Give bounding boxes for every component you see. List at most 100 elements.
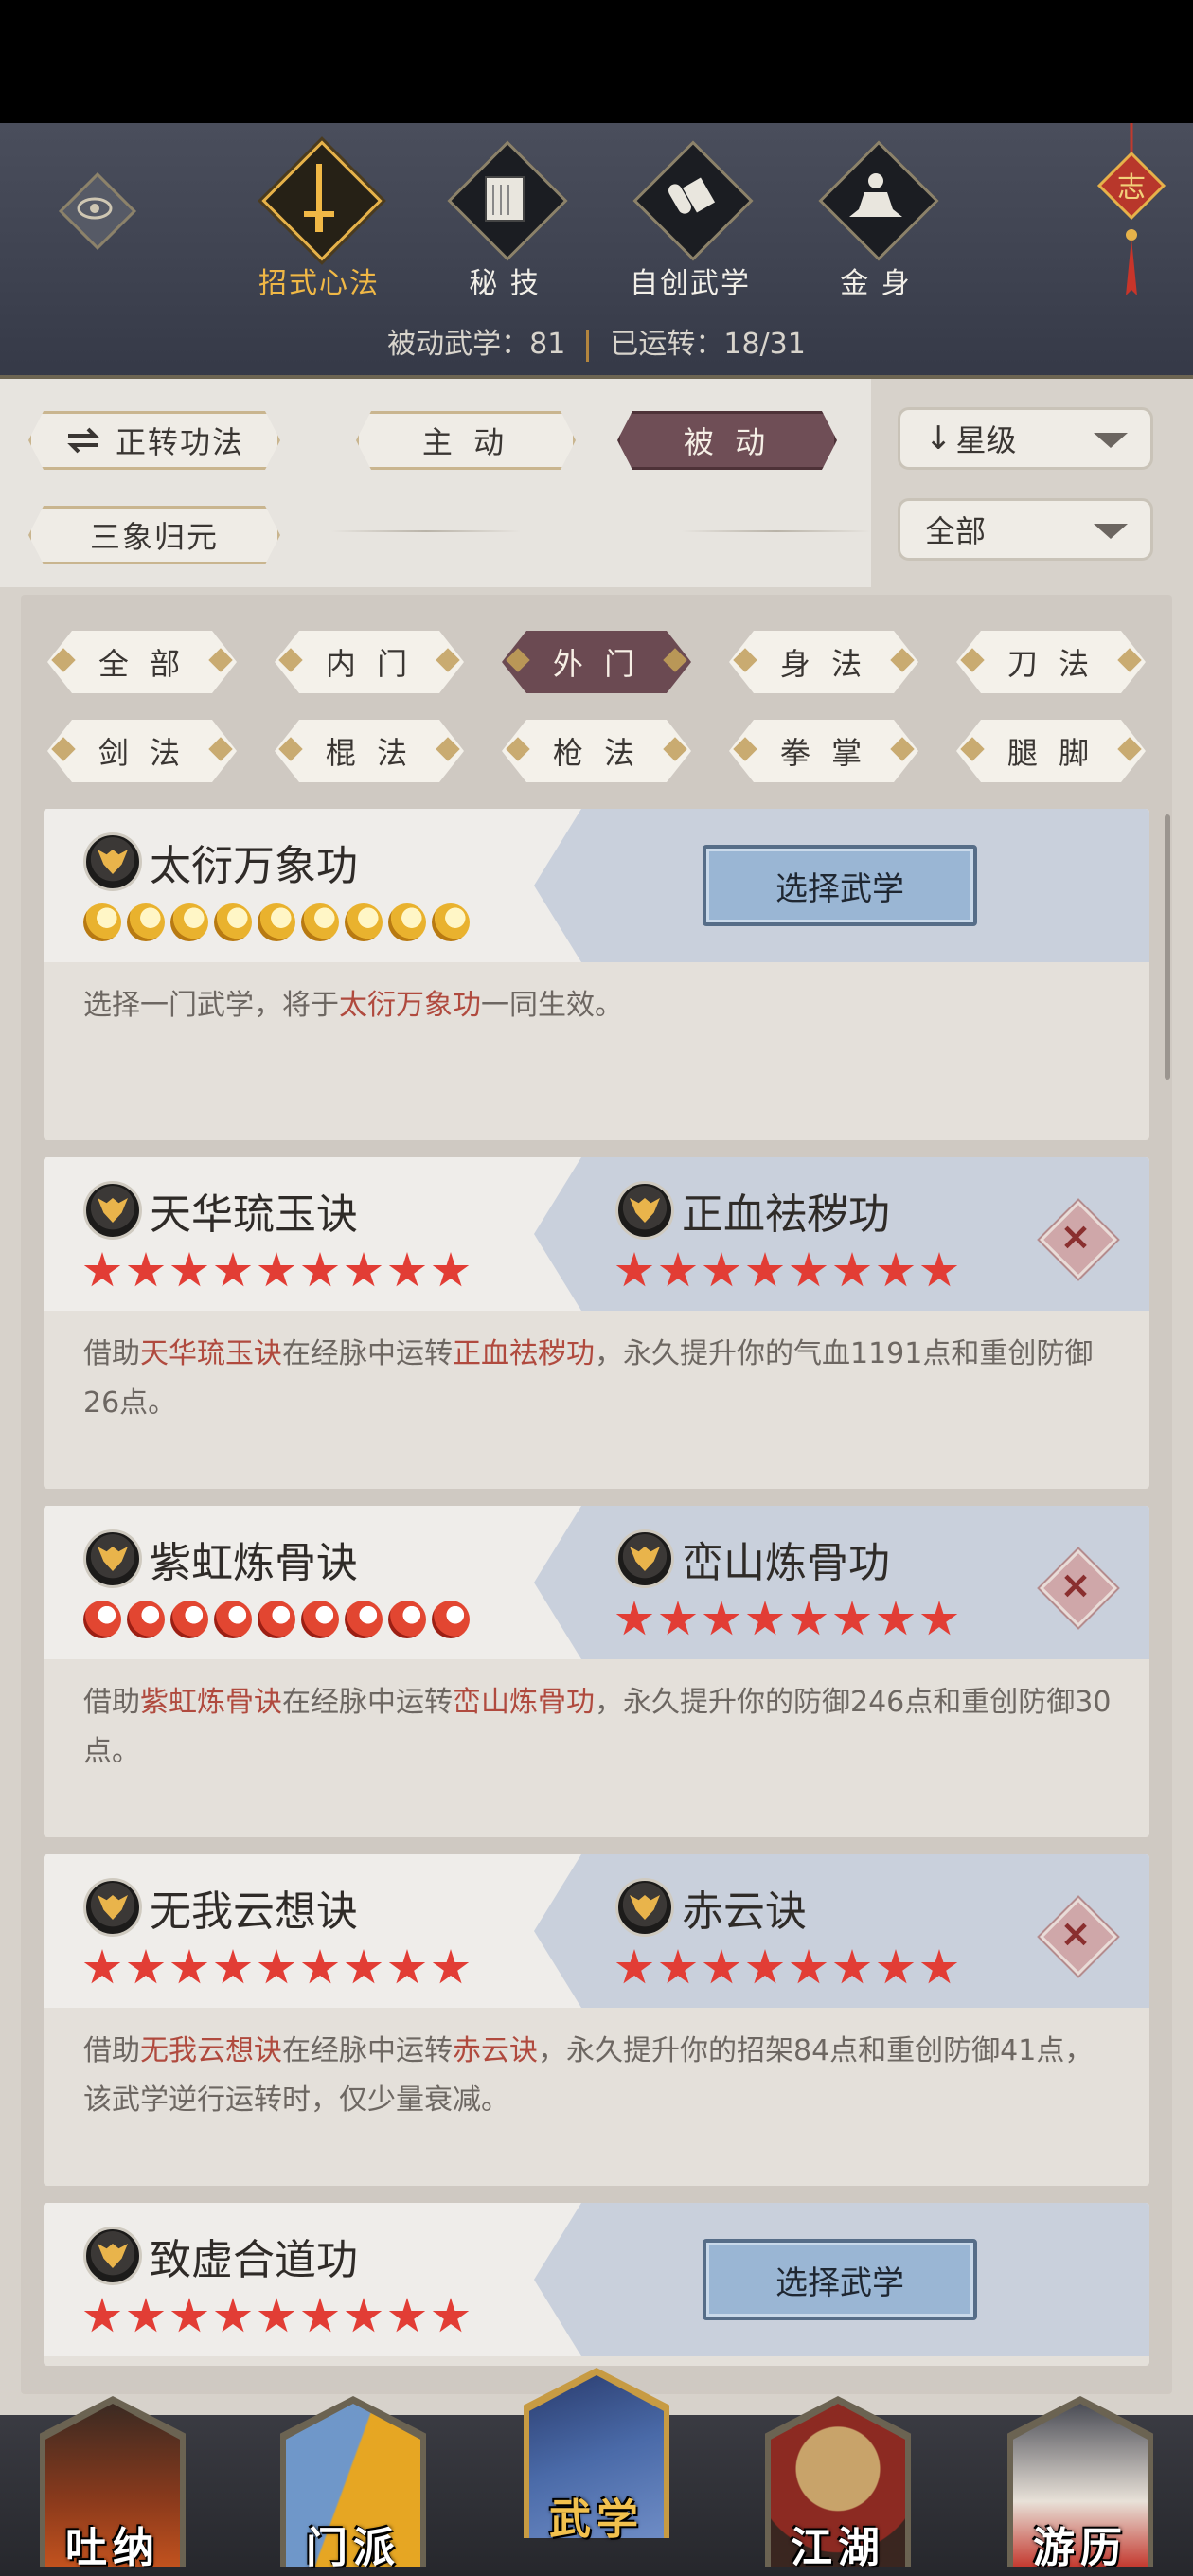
star-icon (877, 1252, 915, 1287)
swap-icon (64, 424, 102, 456)
skill-description: 选择一门武学，将于太衍万象功一同生效。 (83, 981, 1115, 1030)
star-icon (920, 1252, 958, 1287)
skill-name-highlight: 紫虹炼骨诀 (140, 1686, 282, 1719)
star-icon (746, 1949, 784, 1984)
star-icon (345, 1949, 383, 1984)
bull-emblem-icon (83, 832, 142, 891)
star-icon (258, 2298, 295, 2333)
nav-travel[interactable]: 游历 (1000, 2387, 1161, 2576)
book-icon (449, 142, 561, 254)
star-icon (703, 1601, 740, 1636)
linked-skill-name: 赤云诀 (615, 1877, 807, 1938)
star-icon (432, 2298, 470, 2333)
passive-filter-button[interactable]: 被 动 (617, 411, 837, 470)
category-tab-golden-body[interactable]: 金 身 (805, 142, 947, 301)
tag-all[interactable]: 全 部 (47, 631, 237, 693)
flame-icon (83, 1601, 121, 1638)
nav-breathing[interactable]: 吐纳 (32, 2387, 193, 2576)
nav-jianghu[interactable]: 江湖 (757, 2387, 918, 2576)
star-icon (432, 1252, 470, 1287)
star-icon (659, 1252, 697, 1287)
skill-name: 天华琉玉诀 (83, 1180, 358, 1241)
tag-spear[interactable]: 枪 法 (502, 720, 691, 782)
close-icon: × (1059, 1912, 1092, 1956)
rank-row (83, 2298, 470, 2335)
star-icon (388, 1252, 426, 1287)
nav-sect[interactable]: 门派 (273, 2387, 434, 2576)
type-dropdown[interactable]: 全部 (898, 498, 1153, 561)
bull-emblem-icon (83, 1181, 142, 1240)
sanxiang-button[interactable]: 三象归元 (28, 506, 280, 564)
tag-fist[interactable]: 拳 掌 (729, 720, 918, 782)
scrollbar[interactable] (1165, 814, 1170, 1080)
moon-icon (432, 903, 470, 941)
star-icon (345, 1252, 383, 1287)
skill-name-highlight: 峦山炼骨功 (453, 1686, 595, 1719)
select-skill-button[interactable]: 选择武学 (703, 845, 977, 926)
bull-emblem-icon (83, 2227, 142, 2285)
star-icon (920, 1601, 958, 1636)
star-icon (83, 2298, 121, 2333)
star-icon (833, 1252, 871, 1287)
nav-martial-arts[interactable]: 武学 (516, 2358, 677, 2548)
tag-sword[interactable]: 剑 法 (47, 720, 237, 782)
flame-icon (388, 1601, 426, 1638)
star-icon (790, 1252, 828, 1287)
moon-icon (214, 903, 252, 941)
tag-staff[interactable]: 棍 法 (275, 720, 464, 782)
star-icon (127, 1949, 165, 1984)
category-label: 金 身 (840, 267, 912, 300)
mode-switch-button[interactable]: 正转功法 (28, 411, 280, 470)
star-icon (833, 1949, 871, 1984)
star-icon (170, 1949, 208, 1984)
star-icon (659, 1949, 697, 1984)
skill-name-highlight: 无我云想诀 (140, 2034, 282, 2067)
star-icon (388, 2298, 426, 2333)
skill-name-highlight: 赤云诀 (453, 2034, 538, 2067)
sort-dropdown[interactable]: ↓ 星级 (898, 407, 1153, 470)
skill-name-highlight: 天华琉玉诀 (140, 1337, 282, 1370)
skill-card: 太衍万象功 选择武学 选择一门武学，将于太衍万象功一同生效。 (44, 809, 1149, 1140)
tag-kick[interactable]: 腿 脚 (956, 720, 1146, 782)
tag-inner[interactable]: 内 门 (275, 631, 464, 693)
star-icon (83, 1949, 121, 1984)
remove-link-button[interactable]: × (1040, 1898, 1112, 1970)
flame-icon (258, 1601, 295, 1638)
description-text: 借助 (83, 1686, 140, 1719)
star-icon (214, 1252, 252, 1287)
sword-icon (263, 142, 375, 254)
meditation-icon (820, 142, 932, 254)
skill-card: 致虚合道功 选择武学 (44, 2203, 1149, 2366)
description-text: 借助 (83, 1337, 140, 1370)
nav-label: 吐纳 (65, 2524, 160, 2572)
star-icon (703, 1949, 740, 1984)
active-filter-button[interactable]: 主 动 (356, 411, 576, 470)
eye-icon[interactable] (57, 170, 133, 246)
category-tab-custom[interactable]: 自创武学 (619, 142, 761, 301)
select-skill-button[interactable]: 选择武学 (703, 2239, 977, 2320)
category-tab-secrets[interactable]: 秘 技 (434, 142, 576, 301)
star-icon (127, 2298, 165, 2333)
skill-card: 天华琉玉诀 正血祛秽功 × 借助天华琉玉诀在经脉中运转正血祛秽功，永久提升你的气… (44, 1157, 1149, 1489)
remove-link-button[interactable]: × (1040, 1201, 1112, 1273)
skill-name: 太衍万象功 (83, 832, 358, 892)
chevron-down-icon (1094, 433, 1128, 448)
mode-switch-label: 正转功法 (115, 424, 244, 460)
description-text: 在经脉中运转 (282, 2034, 453, 2067)
star-icon (345, 2298, 383, 2333)
skill-name: 紫虹炼骨诀 (83, 1529, 358, 1589)
divider-ornament (331, 530, 521, 532)
tag-movement[interactable]: 身 法 (729, 631, 918, 693)
skill-name: 致虚合道功 (83, 2226, 358, 2286)
knot-charm-icon[interactable]: 志 (1094, 123, 1169, 303)
category-label: 招式心法 (258, 267, 380, 300)
star-icon (877, 1949, 915, 1984)
star-icon (920, 1949, 958, 1984)
category-tab-moves[interactable]: 招式心法 (248, 142, 390, 301)
tag-outer[interactable]: 外 门 (502, 631, 691, 693)
description-text: 选择一门武学，将于 (83, 989, 339, 1022)
tag-blade[interactable]: 刀 法 (956, 631, 1146, 693)
remove-link-button[interactable]: × (1040, 1549, 1112, 1621)
flame-icon (170, 1601, 208, 1638)
star-icon (258, 1949, 295, 1984)
